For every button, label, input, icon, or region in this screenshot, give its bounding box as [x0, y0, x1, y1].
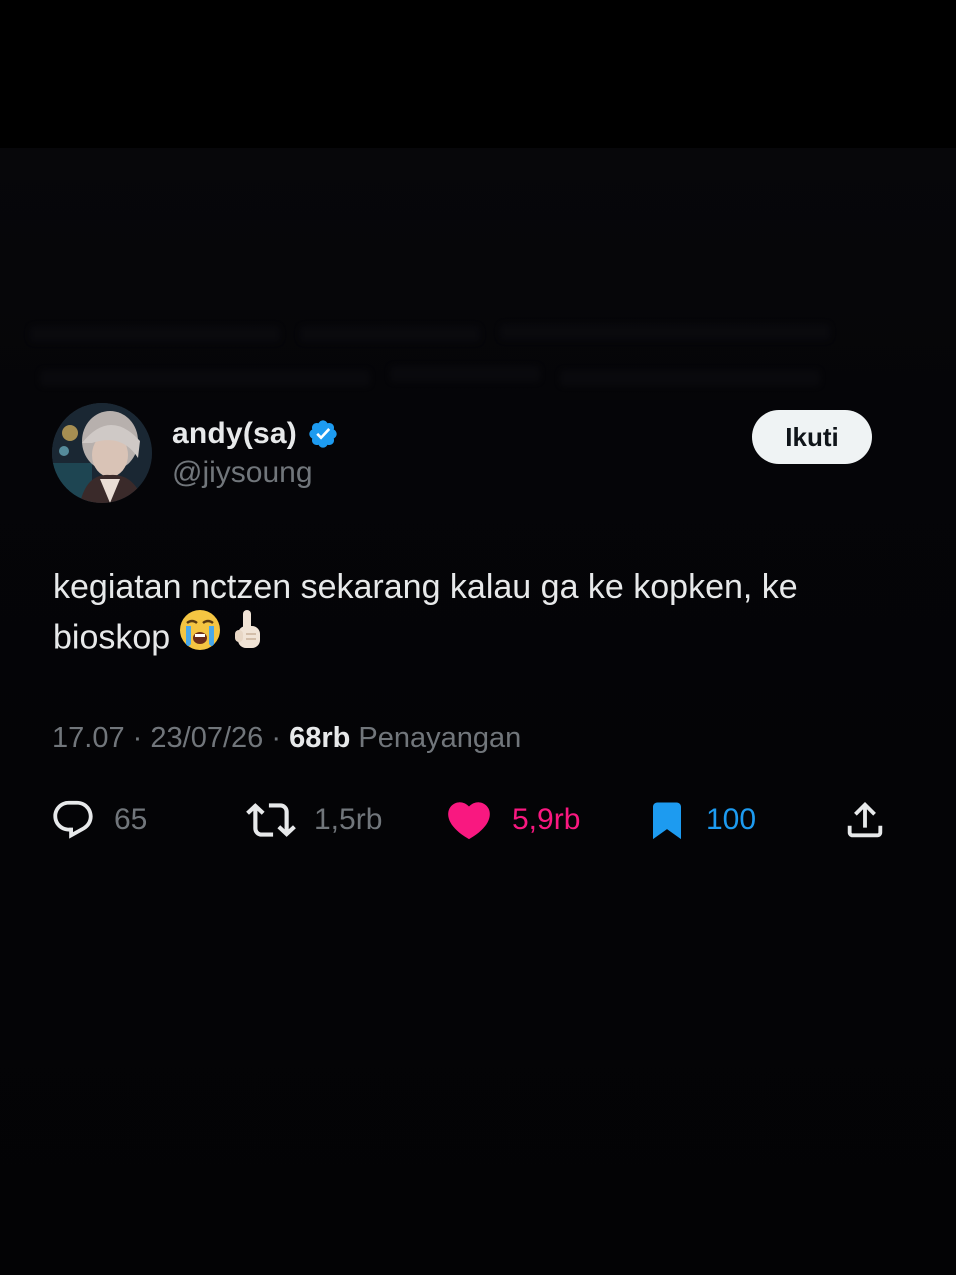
bookmark-button[interactable]: 100 [646, 790, 756, 850]
views-label: Penayangan [358, 722, 522, 754]
repost-count: 1,5rb [314, 803, 383, 836]
tweet-time[interactable]: 17.07 [52, 722, 125, 754]
username-handle[interactable]: @jiysoung [172, 456, 313, 490]
like-count: 5,9rb [512, 803, 581, 836]
bookmark-icon [653, 802, 681, 840]
reply-button[interactable]: 65 [50, 790, 147, 850]
like-button[interactable]: 5,9rb [444, 790, 580, 850]
author-name-row[interactable]: andy(sa) [172, 414, 339, 454]
tweet-date[interactable]: 23/07/26 [150, 722, 263, 754]
meta-separator: · [271, 722, 281, 754]
verified-badge-icon [309, 420, 337, 448]
avatar[interactable] [52, 403, 152, 503]
views-count: 68rb [289, 722, 351, 754]
index-pointing-up-emoji [230, 608, 266, 665]
tweet-body: kegiatan nctzen sekarang kalau ga ke kop… [53, 568, 798, 657]
bookmark-count: 100 [706, 803, 757, 836]
loudly-crying-face-emoji [178, 608, 222, 665]
share-button[interactable] [842, 790, 888, 850]
reply-icon [53, 800, 93, 839]
meta-separator: · [132, 722, 143, 754]
tweet-text: kegiatan nctzen sekarang kalau ga ke kop… [53, 563, 913, 668]
tweet-actions: 65 1,5rb 5,9rb 100 [0, 790, 956, 850]
reply-count: 65 [114, 803, 148, 836]
display-name[interactable]: andy(sa) [172, 417, 297, 451]
heart-icon [448, 802, 490, 840]
tweet-meta: 17.07 · 23/07/26 · 68rb Penayangan [52, 722, 521, 755]
repost-icon [246, 803, 296, 837]
share-icon [847, 801, 883, 838]
follow-button[interactable]: Ikuti [752, 410, 872, 464]
repost-button[interactable]: 1,5rb [246, 790, 382, 850]
tweet-card: andy(sa) @jiysoung Ikuti kegiatan nctzen… [0, 0, 956, 1275]
